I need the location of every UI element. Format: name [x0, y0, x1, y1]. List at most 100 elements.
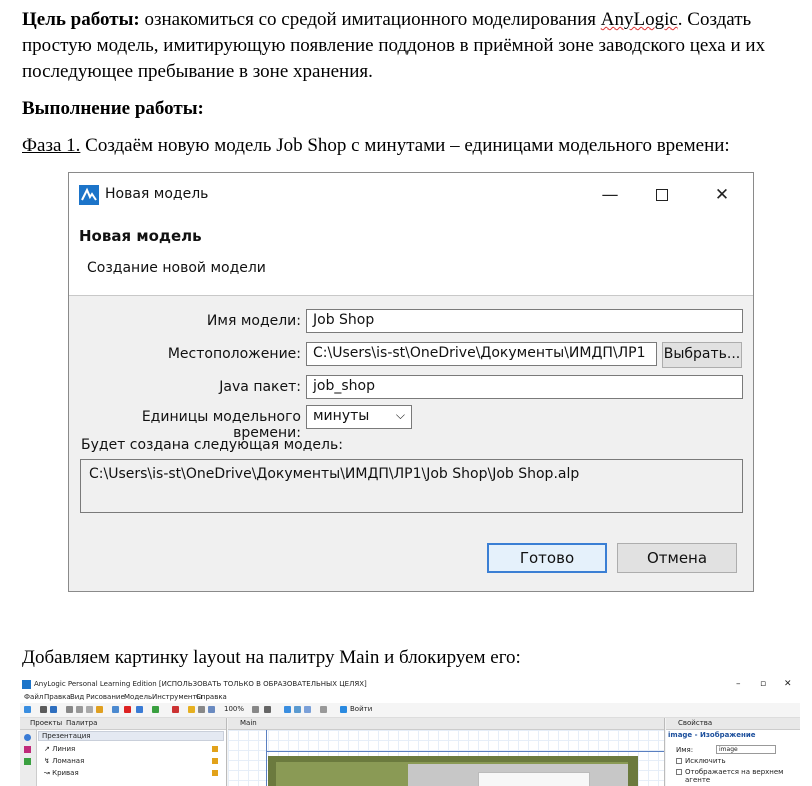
cut-icon[interactable]	[66, 706, 73, 713]
menu-model[interactable]: Модель	[124, 693, 152, 701]
axis-vertical	[266, 730, 267, 786]
anylogic-ide-screenshot: AnyLogic Personal Learning Edition [ИСПО…	[20, 678, 800, 786]
new-model-dialog: Новая модель — ✕ Новая модель Создание н…	[68, 172, 754, 592]
cloud-icon[interactable]	[340, 706, 347, 713]
goal-paragraph: Цель работы: ознакомиться со средой имит…	[22, 7, 797, 85]
magnet-icon[interactable]	[320, 706, 327, 713]
ide-toolbar: 100% Войти	[20, 703, 800, 718]
palette-item-curve[interactable]: ↝ Кривая	[44, 769, 79, 777]
axis-horizontal	[266, 751, 664, 752]
debug-icon[interactable]	[172, 706, 179, 713]
show-on-top-checkbox[interactable]	[676, 769, 682, 775]
chart-icon[interactable]	[24, 746, 31, 753]
layout-storage-area	[478, 772, 590, 786]
zoom-icon[interactable]	[208, 706, 215, 713]
pencil-icon	[212, 746, 218, 752]
tab-projects[interactable]: Проекты	[30, 719, 62, 727]
menu-draw[interactable]: Рисование	[86, 693, 125, 701]
tab-main[interactable]: Main	[240, 719, 257, 727]
pencil-icon	[212, 770, 218, 776]
close-icon[interactable]: ✕	[709, 183, 735, 207]
model-name-label: Имя модели:	[206, 313, 301, 329]
palette-item-curve-label: Кривая	[52, 769, 79, 777]
show-on-top-label: Отображается на верхнем агенте	[685, 768, 784, 784]
anylogic-logo-icon	[79, 185, 99, 205]
java-package-label: Java пакет:	[219, 379, 301, 395]
minimize-icon[interactable]: –	[736, 679, 741, 689]
palette-strip	[20, 730, 37, 786]
preview-label: Будет создана следующая модель:	[81, 437, 343, 453]
copy-icon[interactable]	[76, 706, 83, 713]
pin-icon[interactable]	[188, 706, 195, 713]
save-icon[interactable]	[50, 706, 57, 713]
canvas-tab-bar: Main	[228, 718, 664, 730]
ide-titlebar: AnyLogic Personal Learning Edition [ИСПО…	[20, 678, 800, 692]
exclude-checkbox[interactable]	[676, 758, 682, 764]
play-icon[interactable]	[152, 706, 159, 713]
zoom-level[interactable]: 100%	[224, 705, 244, 713]
palette-item-line[interactable]: ↗ Линия	[44, 745, 75, 753]
anylogic-word: AnyLogic	[600, 9, 678, 30]
phase-label: Фаза 1.	[22, 135, 81, 156]
execution-heading: Выполнение работы:	[22, 98, 204, 119]
signin-link[interactable]: Войти	[350, 705, 372, 713]
ide-menubar: Файл Правка Вид Рисование Модель Инструм…	[20, 692, 800, 703]
palette-item-polyline-label: Ломаная	[52, 757, 85, 765]
dialog-window-title: Новая модель	[105, 186, 209, 202]
run-icon[interactable]	[136, 706, 143, 713]
dialog-header: Новая модель Создание новой модели	[69, 217, 753, 296]
layers-icon[interactable]	[264, 706, 271, 713]
left-panel-tabs: Проекты Палитра	[20, 718, 226, 730]
phase-text: Создаём новую модель Job Shop с минутами…	[80, 135, 730, 156]
exclude-label: Исключить	[685, 757, 726, 765]
zoom-fit-icon[interactable]	[252, 706, 259, 713]
browse-button[interactable]: Выбрать...	[662, 342, 742, 368]
paste-icon[interactable]	[86, 706, 93, 713]
select-icon[interactable]	[198, 706, 205, 713]
restore-icon[interactable]: ▫	[760, 679, 766, 689]
snap-icon[interactable]	[294, 706, 301, 713]
dialog-header-title: Новая модель	[79, 227, 202, 245]
close-icon[interactable]: ✕	[784, 679, 792, 689]
pedestrian-icon[interactable]	[24, 758, 31, 765]
maximize-icon[interactable]	[649, 183, 675, 207]
properties-tab-bar: Свойства	[666, 718, 800, 730]
agent-icon[interactable]	[24, 734, 31, 741]
menu-tools[interactable]: Инструменты	[152, 693, 202, 701]
location-input[interactable]: C:\Users\is-st\OneDrive\Документы\ИМДП\Л…	[306, 342, 657, 366]
dialog-header-subtitle: Создание новой модели	[87, 260, 266, 276]
tab-palette[interactable]: Палитра	[66, 719, 97, 727]
menu-view[interactable]: Вид	[70, 693, 84, 701]
ide-window-title: AnyLogic Personal Learning Edition [ИСПО…	[34, 680, 367, 688]
open-icon[interactable]	[40, 706, 47, 713]
preview-path: C:\Users\is-st\OneDrive\Документы\ИМДП\Л…	[80, 459, 743, 513]
name-input[interactable]: image	[716, 745, 776, 754]
menu-file[interactable]: Файл	[24, 693, 43, 701]
palette-item-polyline[interactable]: ↯ Ломаная	[44, 757, 84, 765]
cancel-button[interactable]: Отмена	[617, 543, 737, 573]
finish-button[interactable]: Готово	[487, 543, 607, 573]
palette-section-title: Презентация	[42, 732, 91, 740]
time-units-select[interactable]: минуты ⌵	[306, 405, 412, 429]
undo-icon[interactable]	[96, 706, 103, 713]
build-icon[interactable]	[112, 706, 119, 713]
properties-panel: Свойства image - Изображение Имя: image …	[666, 718, 800, 786]
phase-paragraph: Фаза 1. Создаём новую модель Job Shop с …	[22, 133, 797, 159]
tab-properties[interactable]: Свойства	[678, 719, 712, 727]
java-package-input[interactable]: job_shop	[306, 375, 743, 399]
stop-icon[interactable]	[124, 706, 131, 713]
menu-edit[interactable]: Правка	[44, 693, 71, 701]
minimize-icon[interactable]: —	[597, 183, 623, 207]
new-icon[interactable]	[24, 706, 31, 713]
goal-text-pre: ознакомиться со средой имитационного мод…	[139, 9, 601, 30]
graphical-editor[interactable]: Main	[228, 718, 665, 786]
model-name-input[interactable]: Job Shop	[306, 309, 743, 333]
palette-section-header[interactable]: Презентация	[38, 731, 224, 741]
properties-title: image - Изображение	[668, 731, 756, 739]
grid-icon[interactable]	[284, 706, 291, 713]
align-icon[interactable]	[304, 706, 311, 713]
chevron-down-icon: ⌵	[395, 408, 405, 422]
menu-help[interactable]: Справка	[196, 693, 227, 701]
palette-item-line-label: Линия	[52, 745, 76, 753]
left-panel: Проекты Палитра Презентация ↗ Линия ↯ Ло…	[20, 718, 227, 786]
